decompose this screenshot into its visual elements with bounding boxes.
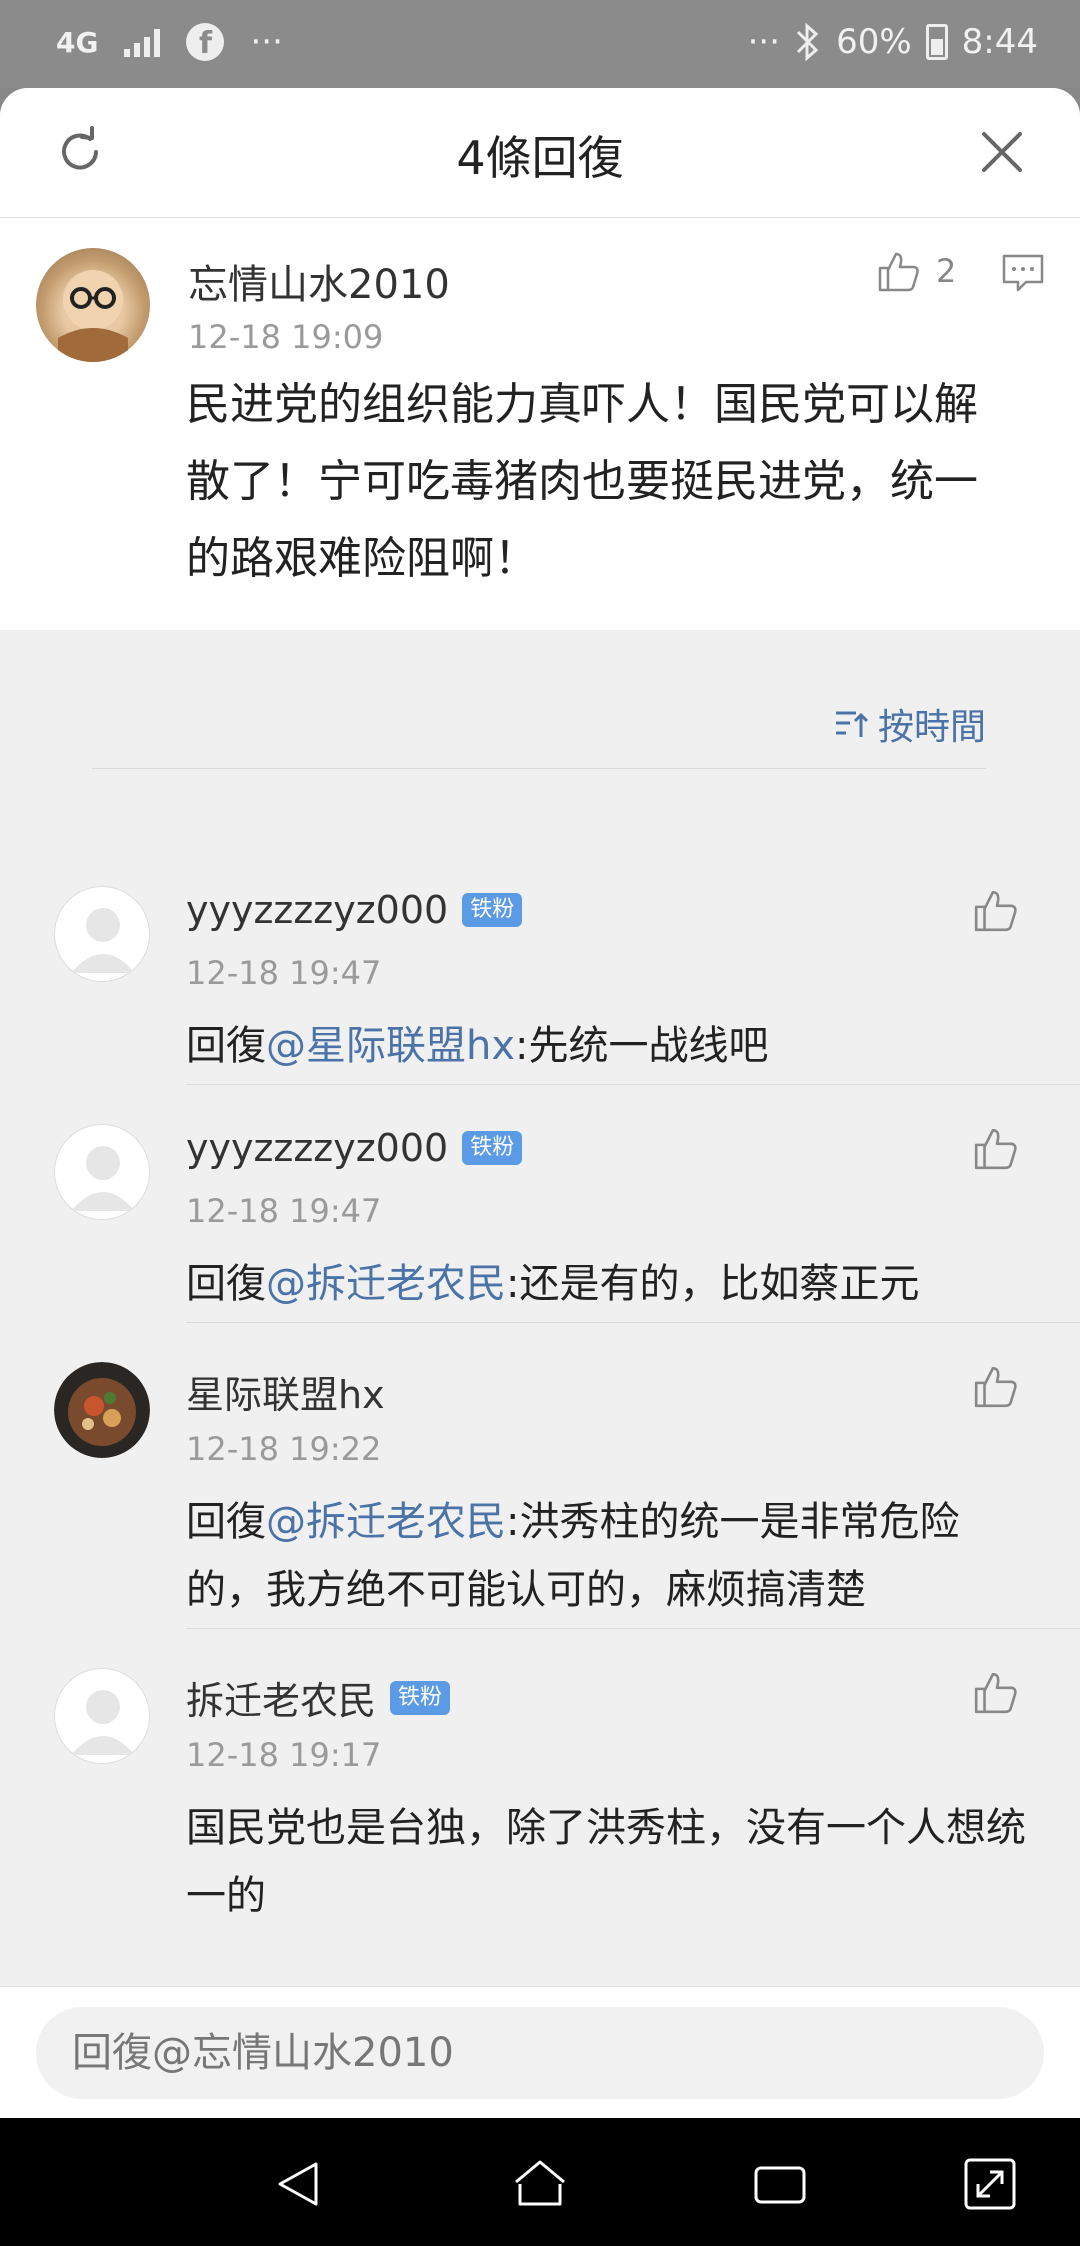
more-status-icon: ···: [747, 22, 781, 62]
close-icon[interactable]: [974, 124, 1030, 180]
comment-body: 民进党的组织能力真吓人！国民党可以解散了！宁可吃毒猪肉也要挺民进党，统一的路艰难…: [186, 379, 978, 584]
reply-username-row[interactable]: yyyzzzzyz000 铁粉: [186, 888, 523, 932]
sort-label: 按時間: [877, 707, 986, 748]
reply-text: 国民党也是台独，除了洪秀柱，没有一个人想统一的: [186, 1805, 1026, 1919]
expand-icon[interactable]: [960, 2154, 1020, 2214]
reply-body: 回復@拆迁老农民:还是有的，比如蔡正元: [186, 1250, 1036, 1318]
page-title: 4條回復: [456, 131, 624, 185]
reply-username-row[interactable]: 拆迁老农民 铁粉: [186, 1670, 451, 1725]
sort-icon: [835, 711, 868, 737]
divider: [92, 768, 986, 769]
clock: 8:44: [961, 22, 1038, 62]
thumbs-up-icon[interactable]: [972, 1124, 1020, 1172]
reply-timestamp: 12-18 19:17: [186, 1736, 382, 1774]
comment-username[interactable]: 忘情山水2010: [188, 252, 450, 310]
reply-timestamp: 12-18 19:22: [186, 1430, 382, 1468]
like-button[interactable]: 2: [876, 248, 956, 294]
signal-icon: [124, 27, 161, 57]
network-indicator: 4G: [56, 25, 99, 59]
thumbs-up-icon[interactable]: [972, 886, 1020, 934]
reply-body: 回復@星际联盟hx:先统一战线吧: [186, 1012, 1036, 1080]
reply-body: 回復@拆迁老农民:洪秀柱的统一是非常危险的，我方绝不可能认可的，麻烦搞清楚: [186, 1488, 1036, 1624]
reply-text: :先统一战线吧: [515, 1023, 769, 1069]
mention-link[interactable]: @星际联盟hx: [266, 1023, 515, 1069]
reply-username-row[interactable]: 星际联盟hx: [186, 1364, 385, 1419]
reply-prefix: 回復: [186, 1261, 266, 1307]
bluetooth-icon: [797, 22, 819, 62]
avatar[interactable]: [54, 1668, 150, 1764]
battery-icon: [925, 24, 948, 60]
fan-badge: 铁粉: [462, 893, 523, 927]
replies-sheet: 4條回復 忘情山水2010 12-18 19:09 2 民进党的组织能力真吓人！…: [0, 88, 1080, 2118]
divider: [186, 1084, 1080, 1085]
back-icon[interactable]: [270, 2154, 330, 2214]
mention-link[interactable]: @拆迁老农民: [266, 1499, 506, 1545]
fan-badge: 铁粉: [390, 1680, 451, 1715]
fan-badge: 铁粉: [462, 1131, 523, 1165]
reply-input[interactable]: 回復@忘情山水2010: [36, 2007, 1044, 2099]
like-count: 2: [936, 252, 957, 290]
comment-timestamp: 12-18 19:09: [188, 318, 384, 356]
mention-link[interactable]: @拆迁老农民: [266, 1261, 506, 1307]
reply-timestamp: 12-18 19:47: [186, 954, 382, 992]
replies-list: 按時間 yyyzzzzyz000 铁粉 12-18 19:47 回復@星际联盟h…: [0, 660, 1080, 1986]
reply-prefix: 回復: [186, 1499, 266, 1545]
avatar[interactable]: [54, 1362, 150, 1458]
reply-username[interactable]: yyyzzzzyz000: [186, 888, 448, 932]
status-bar: 4G f ··· ··· 60% 8:44: [0, 0, 1080, 88]
reply-username[interactable]: 拆迁老农民: [186, 1670, 376, 1725]
sheet-header: 4條回復: [0, 88, 1080, 218]
reply-username[interactable]: 星际联盟hx: [186, 1364, 385, 1419]
thumbs-up-icon: [878, 252, 919, 292]
reply-input-bar: 回復@忘情山水2010: [0, 1986, 1080, 2118]
recent-apps-icon[interactable]: [750, 2154, 810, 2214]
reply-body: 国民党也是台独，除了洪秀柱，没有一个人想统一的: [186, 1794, 1036, 1930]
home-icon[interactable]: [510, 2154, 570, 2214]
system-nav-bar: [0, 2118, 1080, 2246]
sort-button[interactable]: 按時間: [834, 698, 986, 750]
main-comment: 忘情山水2010 12-18 19:09 2 民进党的组织能力真吓人！国民党可以…: [0, 218, 1080, 630]
divider: [186, 1628, 1080, 1629]
reply-timestamp: 12-18 19:47: [186, 1192, 382, 1230]
more-notifications-icon: ···: [250, 22, 283, 62]
avatar[interactable]: [54, 1124, 150, 1220]
thumbs-up-icon[interactable]: [972, 1362, 1020, 1410]
avatar[interactable]: [36, 248, 150, 362]
facebook-icon: f: [186, 23, 225, 61]
reply-prefix: 回復: [186, 1023, 266, 1069]
reply-text: :还是有的，比如蔡正元: [506, 1261, 920, 1307]
comment-icon[interactable]: [1000, 250, 1046, 296]
reply-username[interactable]: yyyzzzzyz000: [186, 1126, 448, 1170]
avatar[interactable]: [54, 886, 150, 982]
thumbs-up-icon[interactable]: [972, 1668, 1020, 1716]
battery-percent: 60%: [836, 22, 912, 62]
divider: [186, 1322, 1080, 1323]
reply-username-row[interactable]: yyyzzzzyz000 铁粉: [186, 1126, 523, 1170]
